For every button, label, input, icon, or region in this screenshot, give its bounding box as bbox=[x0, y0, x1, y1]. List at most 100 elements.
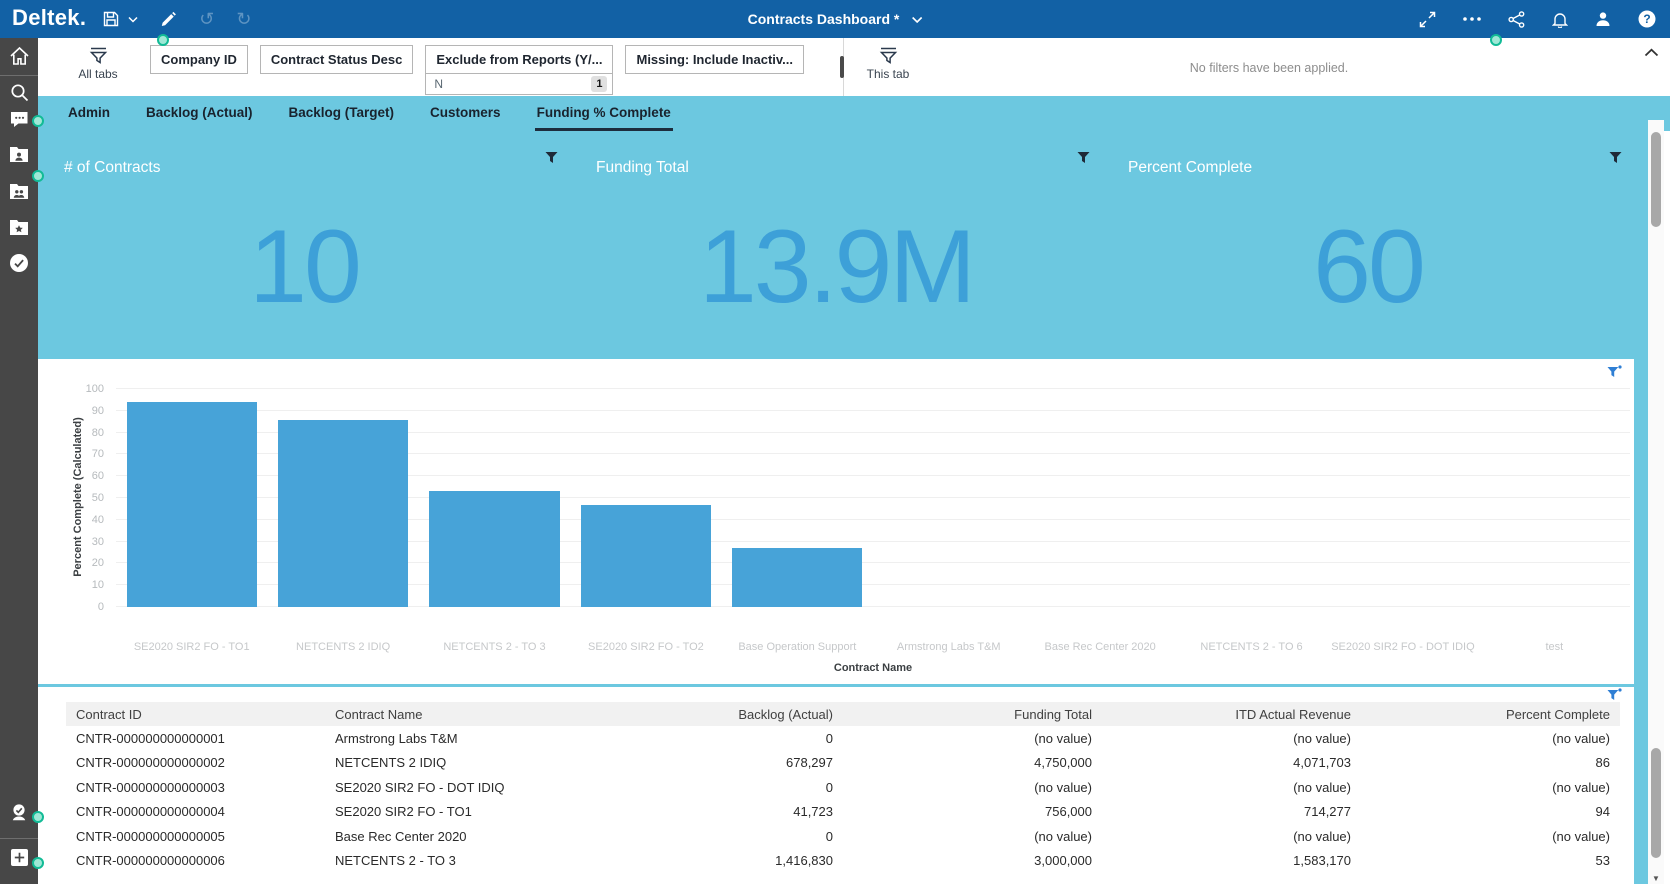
edit-pencil-icon[interactable] bbox=[160, 11, 177, 28]
check-circle-icon[interactable] bbox=[0, 253, 38, 273]
share-icon[interactable] bbox=[1508, 11, 1525, 28]
kpi-filter-icon[interactable] bbox=[545, 151, 558, 169]
x-tick-label: SE2020 SIR2 FO - TO1 bbox=[116, 641, 267, 653]
cell: CNTR-000000000000006 bbox=[66, 853, 325, 868]
x-tick-label: NETCENTS 2 - TO 3 bbox=[419, 641, 570, 653]
column-header-contract-name[interactable]: Contract Name bbox=[325, 707, 584, 722]
scrollbar-thumb[interactable] bbox=[1651, 748, 1661, 858]
save-icon[interactable] bbox=[102, 10, 120, 28]
cell: 0 bbox=[584, 829, 843, 844]
filter-bar-scrollbar-thumb[interactable] bbox=[840, 56, 844, 78]
bar[interactable] bbox=[127, 402, 257, 607]
bar-slot bbox=[1024, 389, 1175, 607]
scrollbar-thumb[interactable] bbox=[1651, 132, 1661, 227]
home-icon[interactable] bbox=[0, 46, 38, 66]
filter-bar: All tabs Company ID Contract Status Desc E… bbox=[38, 38, 1670, 96]
notification-badge bbox=[1490, 34, 1502, 46]
bar-slot bbox=[1327, 389, 1478, 607]
notification-badge bbox=[157, 34, 169, 46]
tab-bar: Admin Backlog (Actual) Backlog (Target) Cus… bbox=[38, 96, 1670, 131]
notification-badge bbox=[32, 857, 44, 869]
bar-slot bbox=[1176, 389, 1327, 607]
tab-funding-complete[interactable]: Funding % Complete bbox=[535, 96, 673, 131]
filter-chip-company-id[interactable]: Company ID bbox=[150, 45, 248, 74]
help-icon[interactable]: ? bbox=[1638, 10, 1656, 28]
groups-folder-icon[interactable] bbox=[0, 183, 38, 200]
chart-bars bbox=[116, 389, 1630, 607]
y-tick-label: 60 bbox=[92, 470, 104, 482]
tab-admin[interactable]: Admin bbox=[66, 96, 112, 131]
notification-badge bbox=[32, 170, 44, 182]
filter-chip-missing-include-inactiv[interactable]: Missing: Include Inactiv... bbox=[625, 45, 804, 74]
search-icon[interactable] bbox=[0, 83, 38, 102]
column-header-contract-id[interactable]: Contract ID bbox=[66, 707, 325, 722]
user-icon[interactable] bbox=[1595, 11, 1611, 27]
save-dropdown-chevron-icon[interactable] bbox=[128, 16, 138, 23]
column-header-itd-actual-revenue[interactable]: ITD Actual Revenue bbox=[1102, 707, 1361, 722]
undo-icon[interactable]: ↺ bbox=[199, 10, 214, 28]
tab-customers[interactable]: Customers bbox=[428, 96, 503, 131]
filter-chip-label: Company ID bbox=[151, 46, 247, 73]
dashboard-title[interactable]: Contracts Dashboard * bbox=[748, 11, 923, 27]
cell: (no value) bbox=[1361, 731, 1620, 746]
chart-y-ticks: 0102030405060708090100 bbox=[68, 389, 108, 607]
cell: CNTR-000000000000004 bbox=[66, 804, 325, 819]
left-sidebar bbox=[0, 38, 38, 884]
cell: 678,297 bbox=[584, 755, 843, 770]
bar-slot bbox=[873, 389, 1024, 607]
cell: Base Rec Center 2020 bbox=[325, 829, 584, 844]
contacts-folder-icon[interactable] bbox=[0, 146, 38, 163]
table-row[interactable]: CNTR-000000000000002NETCENTS 2 IDIQ678,2… bbox=[66, 751, 1620, 776]
table-row[interactable]: CNTR-000000000000001Armstrong Labs T&M0(… bbox=[66, 726, 1620, 751]
bar-slot bbox=[116, 389, 267, 607]
filter-chip-value-row[interactable]: N1 bbox=[426, 73, 612, 94]
filter-chip-label: Exclude from Reports (Y/... bbox=[426, 46, 612, 73]
this-tab-label: This tab bbox=[867, 67, 910, 81]
all-tabs-filter[interactable]: All tabs bbox=[62, 46, 134, 81]
column-header-backlog-actual[interactable]: Backlog (Actual) bbox=[584, 707, 843, 722]
tab-backlog-actual[interactable]: Backlog (Actual) bbox=[144, 96, 255, 131]
filter-chip-exclude-from-reports-y[interactable]: Exclude from Reports (Y/...N1 bbox=[425, 45, 613, 95]
filter-chips: Company ID Contract Status Desc Exclude fr… bbox=[150, 45, 804, 95]
this-tab-filter[interactable]: This tab bbox=[852, 46, 924, 81]
cell: NETCENTS 2 - TO 3 bbox=[325, 853, 584, 868]
chevron-down-icon bbox=[911, 16, 922, 23]
bar[interactable] bbox=[278, 420, 408, 607]
expand-icon[interactable] bbox=[1419, 11, 1436, 28]
cell: CNTR-000000000000001 bbox=[66, 731, 325, 746]
chart-filter-icon[interactable] bbox=[1607, 365, 1622, 384]
bar-slot bbox=[267, 389, 418, 607]
table-row[interactable]: CNTR-000000000000006NETCENTS 2 - TO 31,4… bbox=[66, 849, 1620, 874]
filter-chip-contract-status-desc[interactable]: Contract Status Desc bbox=[260, 45, 413, 74]
chart-x-axis-title: Contract Name bbox=[116, 662, 1630, 674]
column-header-funding-total[interactable]: Funding Total bbox=[843, 707, 1102, 722]
more-options-icon[interactable] bbox=[1463, 17, 1481, 21]
vertical-scrollbar[interactable]: ▼ bbox=[1648, 120, 1664, 884]
notifications-bell-icon[interactable] bbox=[1552, 11, 1568, 28]
bar[interactable] bbox=[429, 491, 559, 607]
funnel-icon bbox=[88, 46, 109, 65]
redo-icon[interactable]: ↻ bbox=[236, 10, 251, 28]
scrollbar-down-arrow-icon[interactable]: ▼ bbox=[1648, 874, 1664, 883]
chart-widget: Percent Complete (Calculated) 0102030405… bbox=[38, 359, 1634, 684]
column-header-percent-complete[interactable]: Percent Complete bbox=[1361, 707, 1620, 722]
bar[interactable] bbox=[732, 548, 862, 607]
x-tick-label: NETCENTS 2 IDIQ bbox=[267, 641, 418, 653]
filter-chip-value: N bbox=[434, 77, 443, 91]
kpi-title: Percent Complete bbox=[1128, 159, 1252, 177]
table-row[interactable]: CNTR-000000000000005Base Rec Center 2020… bbox=[66, 824, 1620, 849]
bar[interactable] bbox=[581, 505, 711, 607]
collapse-filter-bar-chevron-icon[interactable] bbox=[1644, 44, 1659, 62]
cell: (no value) bbox=[843, 780, 1102, 795]
y-tick-label: 0 bbox=[98, 601, 104, 613]
table-row[interactable]: CNTR-000000000000004SE2020 SIR2 FO - TO1… bbox=[66, 800, 1620, 825]
cell: 41,723 bbox=[584, 804, 843, 819]
favorites-folder-icon[interactable] bbox=[0, 219, 38, 236]
cell: SE2020 SIR2 FO - TO1 bbox=[325, 804, 584, 819]
y-tick-label: 90 bbox=[92, 405, 104, 417]
notification-badge bbox=[32, 115, 44, 127]
kpi-filter-icon[interactable] bbox=[1609, 151, 1622, 169]
table-row[interactable]: CNTR-000000000000003SE2020 SIR2 FO - DOT… bbox=[66, 775, 1620, 800]
kpi-filter-icon[interactable] bbox=[1077, 151, 1090, 169]
tab-backlog-target[interactable]: Backlog (Target) bbox=[287, 96, 397, 131]
